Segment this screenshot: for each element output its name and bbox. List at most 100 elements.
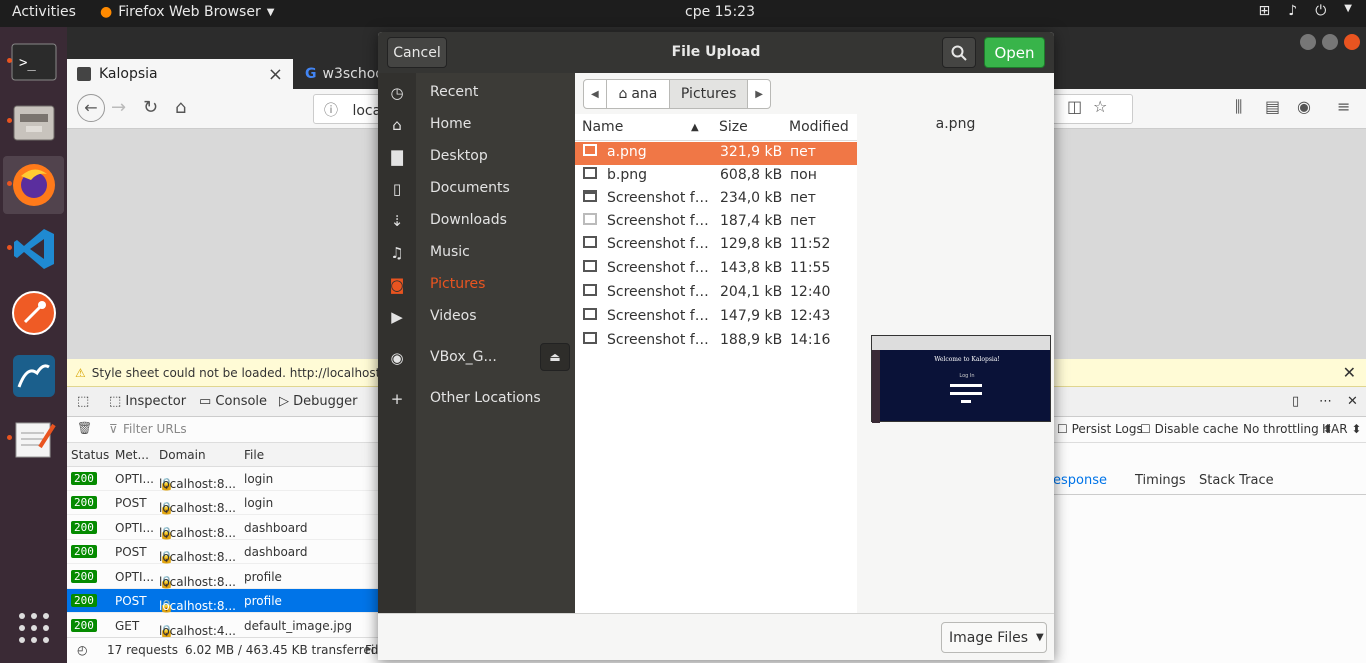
place-recent[interactable]: ◷ Recent — [378, 76, 575, 108]
pocket-icon[interactable]: ◫ — [1067, 97, 1082, 116]
file-row[interactable]: Screenshot f… 143,8 kB 11:55 — [575, 258, 857, 281]
power-icon[interactable]: ⏻ — [1315, 3, 1326, 19]
network-summary: ◴ 17 requests 6.02 MB / 463.45 KB transf… — [67, 637, 387, 663]
sidebar-icon[interactable]: ▤ — [1265, 97, 1280, 116]
path-home-button[interactable]: ⌂ ana — [605, 80, 669, 108]
tab-stack-trace[interactable]: Stack Trace — [1199, 473, 1274, 488]
file-row-selected[interactable]: a.png 321,9 kB пет — [575, 142, 857, 165]
dock-side-icon[interactable]: ▯ — [1292, 394, 1299, 409]
tab-response[interactable]: esponse — [1053, 473, 1107, 488]
col-domain[interactable]: Domain — [159, 448, 206, 462]
file-row[interactable]: Screenshot f… 147,9 kB 12:43 — [575, 306, 857, 329]
dock-mysql-workbench[interactable] — [3, 347, 64, 405]
throttling-select[interactable]: No throttling ⬍ — [1243, 422, 1333, 436]
file-row[interactable]: Screenshot f… 234,0 kB пет — [575, 188, 857, 211]
extension-icon[interactable]: ◉ — [1297, 97, 1311, 116]
show-applications-button[interactable] — [3, 599, 64, 657]
dock-terminal[interactable]: >_ — [3, 33, 64, 91]
dock-files[interactable] — [3, 93, 64, 151]
file-row[interactable]: Screenshot f… 204,1 kB 12:40 — [575, 282, 857, 305]
window-controls — [1300, 34, 1360, 50]
network-row[interactable]: 200 OPTI... 🔒 localhost:8... dashboard — [67, 516, 387, 540]
file-modified: 11:52 — [790, 236, 831, 252]
tab-debugger[interactable]: ▷ Debugger — [279, 394, 358, 409]
file-modified: 14:16 — [790, 332, 831, 348]
persist-logs-checkbox[interactable]: ☐ Persist Logs — [1057, 422, 1143, 436]
activities-button[interactable]: Activities — [12, 4, 76, 20]
network-row[interactable]: 200 OPTI... 🔒 localhost:8... login — [67, 467, 387, 491]
har-select[interactable]: HAR ⬍ — [1322, 422, 1361, 436]
menu-icon[interactable]: ≡ — [1337, 97, 1350, 116]
dropdown-arrow-icon: ▼ — [1036, 632, 1044, 643]
tab-console[interactable]: ▭ Console — [199, 394, 267, 409]
tab-timings[interactable]: Timings — [1135, 473, 1186, 488]
pick-element-icon[interactable]: ⬚ — [77, 394, 89, 409]
eject-button[interactable]: ⏏ — [540, 343, 570, 371]
place-home[interactable]: ⌂ Home — [378, 108, 575, 140]
close-devtools-icon[interactable]: ✕ — [1347, 394, 1358, 409]
more-options-icon[interactable]: ⋯ — [1319, 394, 1332, 409]
tab-w3schools[interactable]: G w3schoo — [295, 59, 385, 89]
dock-postman[interactable] — [3, 284, 64, 342]
disable-cache-checkbox[interactable]: ☐ Disable cache — [1140, 422, 1238, 436]
back-icon[interactable]: ← — [77, 94, 105, 122]
place-videos[interactable]: ▶ Videos — [378, 300, 575, 332]
path-current-button[interactable]: Pictures — [669, 80, 749, 108]
file-row[interactable]: Screenshot f… 188,9 kB 14:16 — [575, 330, 857, 353]
volume-icon[interactable]: ♪ — [1288, 3, 1297, 19]
file-list: Name ▲ Size Modified a.png 321,9 kB пет … — [575, 114, 857, 613]
place-desktop[interactable]: ▇ Desktop — [378, 140, 575, 172]
place-other-locations[interactable]: + Other Locations — [378, 382, 575, 414]
network-icon[interactable]: ⊞ — [1259, 3, 1271, 19]
place-pictures[interactable]: ◙ Pictures — [378, 268, 575, 300]
path-back-button[interactable]: ◀ — [584, 80, 606, 108]
home-icon[interactable]: ⌂ — [175, 97, 186, 118]
place-label: Desktop — [430, 148, 488, 164]
place-music[interactable]: ♫ Music — [378, 236, 575, 268]
close-icon[interactable] — [1344, 34, 1360, 50]
place-documents[interactable]: ▯ Documents — [378, 172, 575, 204]
search-button[interactable] — [942, 37, 976, 68]
col-method[interactable]: Met... — [115, 448, 149, 462]
tab-kalopsia[interactable]: Kalopsia × — [67, 59, 293, 89]
open-button[interactable]: Open — [984, 37, 1045, 68]
forward-icon[interactable]: → — [111, 97, 126, 118]
minimize-icon[interactable] — [1300, 34, 1316, 50]
file-row[interactable]: Screenshot f… 187,4 kB пет — [575, 211, 857, 234]
tab-inspector-label: Inspector — [125, 394, 187, 409]
filter-urls-input[interactable]: Filter URLs — [123, 422, 187, 436]
network-row[interactable]: 200 OPTI... 🔒 localhost:8... profile — [67, 565, 387, 589]
reload-icon[interactable]: ↻ — [143, 97, 158, 118]
tab-close-icon[interactable]: × — [268, 64, 283, 85]
system-tray[interactable]: ⊞ ♪ ⏻ ▼ — [1259, 3, 1352, 19]
app-menu[interactable]: ● Firefox Web Browser ▼ — [100, 4, 274, 20]
dock-firefox[interactable] — [3, 156, 64, 214]
file-type-filter[interactable]: Image Files ▼ — [941, 622, 1047, 653]
network-options: ☐ Persist Logs ☐ Disable cache No thrott… — [1053, 417, 1366, 477]
trash-icon[interactable]: 🗑 — [77, 421, 92, 435]
maximize-icon[interactable] — [1322, 34, 1338, 50]
close-icon[interactable]: ✕ — [1343, 363, 1356, 382]
network-row[interactable]: 200 POST 🔒 localhost:8... login — [67, 491, 387, 515]
clock[interactable]: сре 15:23 — [685, 4, 755, 20]
network-row[interactable]: 200 GET 🔒 localhost:4... default_image.jp… — [67, 614, 387, 638]
file-row[interactable]: b.png 608,8 kB пон — [575, 165, 857, 188]
file-row[interactable]: Screenshot f… 129,8 kB 11:52 — [575, 234, 857, 257]
col-modified[interactable]: Modified — [789, 119, 849, 135]
col-file[interactable]: File — [244, 448, 264, 462]
network-row-selected[interactable]: 200 POST 🔒 localhost:8... profile — [67, 589, 387, 613]
network-row[interactable]: 200 POST 🔒 localhost:8... dashboard — [67, 540, 387, 564]
library-icon[interactable]: ⫼ — [1235, 97, 1242, 117]
bookmark-star-icon[interactable]: ☆ — [1093, 97, 1107, 116]
tab-inspector[interactable]: ⬚ Inspector — [109, 394, 186, 409]
dock-vscode[interactable] — [3, 220, 64, 278]
col-name[interactable]: Name — [582, 119, 623, 135]
col-status[interactable]: Status — [71, 448, 109, 462]
col-size[interactable]: Size — [719, 119, 748, 135]
path-forward-button[interactable]: ▶ — [748, 80, 770, 108]
file-name: Screenshot f… — [607, 332, 709, 348]
chevron-down-icon[interactable]: ▼ — [1344, 3, 1352, 19]
file-modified: пет — [790, 213, 816, 229]
place-downloads[interactable]: ⇣ Downloads — [378, 204, 575, 236]
dock-text-editor[interactable] — [3, 410, 64, 468]
